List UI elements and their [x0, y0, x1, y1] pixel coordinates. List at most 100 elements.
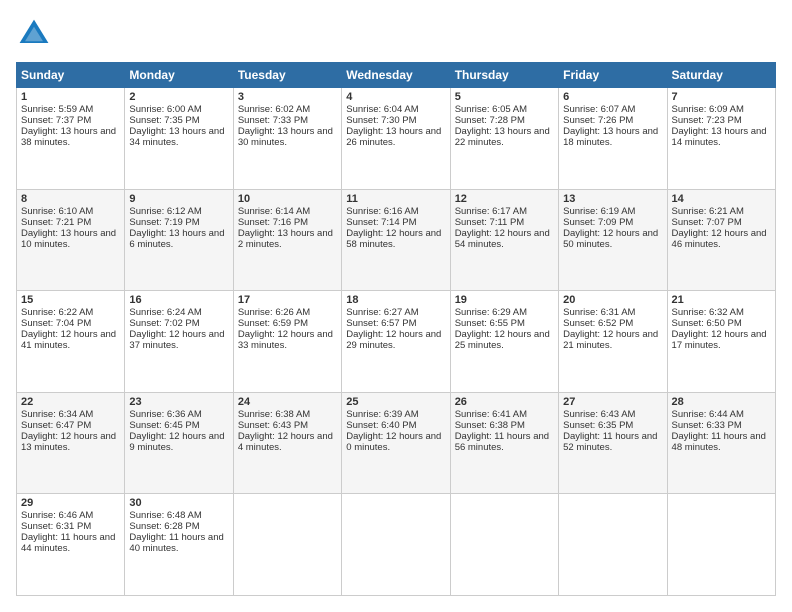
header-day: Saturday	[667, 63, 775, 88]
header-day: Friday	[559, 63, 667, 88]
sunset-text: Sunset: 7:14 PM	[346, 217, 416, 228]
daylight-text: Daylight: 12 hours and 46 minutes.	[672, 228, 767, 250]
daylight-text: Daylight: 11 hours and 40 minutes.	[129, 532, 223, 554]
daylight-text: Daylight: 13 hours and 10 minutes.	[21, 228, 116, 250]
sunset-text: Sunset: 6:59 PM	[238, 318, 308, 329]
sunset-text: Sunset: 7:04 PM	[21, 318, 91, 329]
calendar-cell: 2Sunrise: 6:00 AMSunset: 7:35 PMDaylight…	[125, 88, 233, 190]
sunset-text: Sunset: 7:07 PM	[672, 217, 742, 228]
calendar-cell: 28Sunrise: 6:44 AMSunset: 6:33 PMDayligh…	[667, 392, 775, 494]
sunset-text: Sunset: 7:26 PM	[563, 115, 633, 126]
daylight-text: Daylight: 13 hours and 14 minutes.	[672, 126, 767, 148]
calendar-cell: 27Sunrise: 6:43 AMSunset: 6:35 PMDayligh…	[559, 392, 667, 494]
week-row: 22Sunrise: 6:34 AMSunset: 6:47 PMDayligh…	[17, 392, 776, 494]
daylight-text: Daylight: 11 hours and 44 minutes.	[21, 532, 115, 554]
sunset-text: Sunset: 7:16 PM	[238, 217, 308, 228]
day-number: 7	[672, 91, 771, 103]
sunrise-text: Sunrise: 6:00 AM	[129, 104, 201, 115]
sunrise-text: Sunrise: 6:19 AM	[563, 206, 635, 217]
calendar-cell: 10Sunrise: 6:14 AMSunset: 7:16 PMDayligh…	[233, 189, 341, 291]
day-number: 30	[129, 497, 228, 509]
calendar-cell: 22Sunrise: 6:34 AMSunset: 6:47 PMDayligh…	[17, 392, 125, 494]
sunset-text: Sunset: 7:19 PM	[129, 217, 199, 228]
header	[16, 16, 776, 52]
day-number: 12	[455, 193, 554, 205]
day-number: 11	[346, 193, 445, 205]
sunset-text: Sunset: 7:09 PM	[563, 217, 633, 228]
sunrise-text: Sunrise: 6:07 AM	[563, 104, 635, 115]
calendar-cell: 3Sunrise: 6:02 AMSunset: 7:33 PMDaylight…	[233, 88, 341, 190]
day-number: 14	[672, 193, 771, 205]
calendar-cell: 16Sunrise: 6:24 AMSunset: 7:02 PMDayligh…	[125, 291, 233, 393]
sunrise-text: Sunrise: 6:17 AM	[455, 206, 527, 217]
calendar-cell	[667, 494, 775, 596]
logo	[16, 16, 56, 52]
sunrise-text: Sunrise: 6:10 AM	[21, 206, 93, 217]
sunrise-text: Sunrise: 6:43 AM	[563, 409, 635, 420]
sunset-text: Sunset: 6:50 PM	[672, 318, 742, 329]
daylight-text: Daylight: 13 hours and 38 minutes.	[21, 126, 116, 148]
day-number: 2	[129, 91, 228, 103]
calendar-cell: 14Sunrise: 6:21 AMSunset: 7:07 PMDayligh…	[667, 189, 775, 291]
day-number: 23	[129, 396, 228, 408]
calendar-table: SundayMondayTuesdayWednesdayThursdayFrid…	[16, 62, 776, 596]
daylight-text: Daylight: 11 hours and 56 minutes.	[455, 431, 549, 453]
sunset-text: Sunset: 7:30 PM	[346, 115, 416, 126]
sunrise-text: Sunrise: 6:21 AM	[672, 206, 744, 217]
day-number: 3	[238, 91, 337, 103]
header-row: SundayMondayTuesdayWednesdayThursdayFrid…	[17, 63, 776, 88]
page: SundayMondayTuesdayWednesdayThursdayFrid…	[0, 0, 792, 612]
calendar-cell: 7Sunrise: 6:09 AMSunset: 7:23 PMDaylight…	[667, 88, 775, 190]
day-number: 26	[455, 396, 554, 408]
sunrise-text: Sunrise: 6:32 AM	[672, 307, 744, 318]
daylight-text: Daylight: 12 hours and 17 minutes.	[672, 329, 767, 351]
sunrise-text: Sunrise: 6:34 AM	[21, 409, 93, 420]
sunrise-text: Sunrise: 6:09 AM	[672, 104, 744, 115]
week-row: 15Sunrise: 6:22 AMSunset: 7:04 PMDayligh…	[17, 291, 776, 393]
sunset-text: Sunset: 6:57 PM	[346, 318, 416, 329]
sunrise-text: Sunrise: 6:24 AM	[129, 307, 201, 318]
week-row: 1Sunrise: 5:59 AMSunset: 7:37 PMDaylight…	[17, 88, 776, 190]
calendar-cell: 30Sunrise: 6:48 AMSunset: 6:28 PMDayligh…	[125, 494, 233, 596]
day-number: 21	[672, 294, 771, 306]
daylight-text: Daylight: 12 hours and 4 minutes.	[238, 431, 333, 453]
daylight-text: Daylight: 11 hours and 52 minutes.	[563, 431, 657, 453]
daylight-text: Daylight: 13 hours and 2 minutes.	[238, 228, 333, 250]
header-day: Wednesday	[342, 63, 450, 88]
calendar-cell	[559, 494, 667, 596]
daylight-text: Daylight: 13 hours and 6 minutes.	[129, 228, 224, 250]
calendar-cell: 24Sunrise: 6:38 AMSunset: 6:43 PMDayligh…	[233, 392, 341, 494]
sunset-text: Sunset: 6:35 PM	[563, 420, 633, 431]
daylight-text: Daylight: 12 hours and 37 minutes.	[129, 329, 224, 351]
calendar-cell: 20Sunrise: 6:31 AMSunset: 6:52 PMDayligh…	[559, 291, 667, 393]
calendar-cell	[233, 494, 341, 596]
calendar-cell: 8Sunrise: 6:10 AMSunset: 7:21 PMDaylight…	[17, 189, 125, 291]
sunset-text: Sunset: 7:35 PM	[129, 115, 199, 126]
sunrise-text: Sunrise: 6:12 AM	[129, 206, 201, 217]
day-number: 16	[129, 294, 228, 306]
daylight-text: Daylight: 12 hours and 29 minutes.	[346, 329, 441, 351]
calendar-cell: 19Sunrise: 6:29 AMSunset: 6:55 PMDayligh…	[450, 291, 558, 393]
day-number: 28	[672, 396, 771, 408]
calendar-cell: 5Sunrise: 6:05 AMSunset: 7:28 PMDaylight…	[450, 88, 558, 190]
sunset-text: Sunset: 6:33 PM	[672, 420, 742, 431]
calendar-body: 1Sunrise: 5:59 AMSunset: 7:37 PMDaylight…	[17, 88, 776, 596]
sunrise-text: Sunrise: 5:59 AM	[21, 104, 93, 115]
sunrise-text: Sunrise: 6:41 AM	[455, 409, 527, 420]
sunrise-text: Sunrise: 6:39 AM	[346, 409, 418, 420]
week-row: 8Sunrise: 6:10 AMSunset: 7:21 PMDaylight…	[17, 189, 776, 291]
calendar-cell: 15Sunrise: 6:22 AMSunset: 7:04 PMDayligh…	[17, 291, 125, 393]
day-number: 19	[455, 294, 554, 306]
daylight-text: Daylight: 12 hours and 58 minutes.	[346, 228, 441, 250]
day-number: 20	[563, 294, 662, 306]
calendar-cell: 26Sunrise: 6:41 AMSunset: 6:38 PMDayligh…	[450, 392, 558, 494]
header-day: Tuesday	[233, 63, 341, 88]
day-number: 13	[563, 193, 662, 205]
day-number: 27	[563, 396, 662, 408]
daylight-text: Daylight: 12 hours and 25 minutes.	[455, 329, 550, 351]
sunrise-text: Sunrise: 6:02 AM	[238, 104, 310, 115]
sunset-text: Sunset: 6:55 PM	[455, 318, 525, 329]
sunset-text: Sunset: 7:37 PM	[21, 115, 91, 126]
sunset-text: Sunset: 7:11 PM	[455, 217, 525, 228]
daylight-text: Daylight: 12 hours and 54 minutes.	[455, 228, 550, 250]
